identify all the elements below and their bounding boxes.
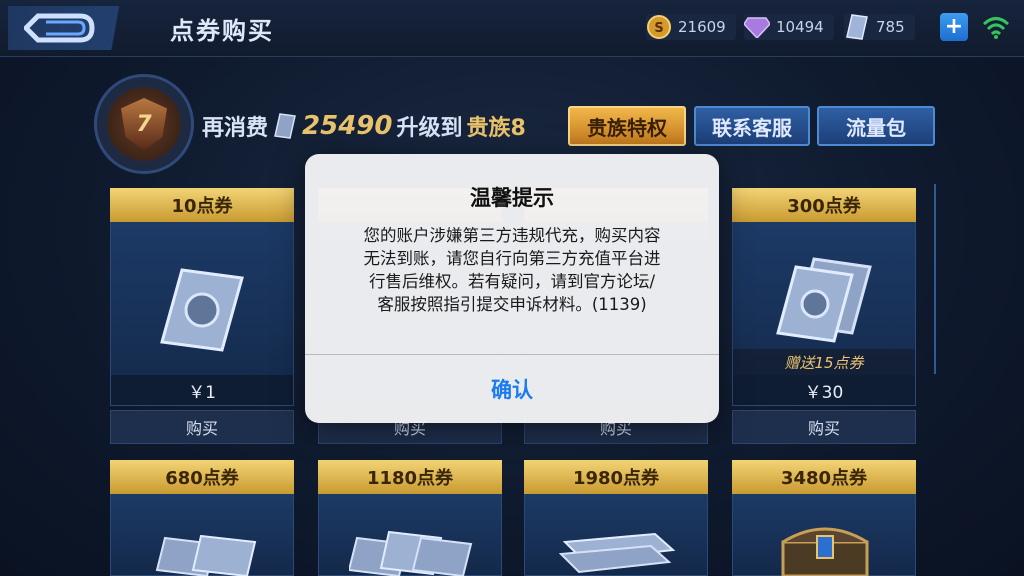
confirm-button[interactable]: 确认	[305, 355, 719, 423]
product-card-680[interactable]: 680点券	[110, 460, 294, 576]
coupon-icon	[844, 14, 870, 40]
coupon-pile-icon	[558, 532, 676, 574]
contact-service-button[interactable]: 联系客服	[694, 106, 810, 146]
buy-button[interactable]: 购买	[110, 410, 294, 444]
coupon-balance: 785	[844, 14, 915, 40]
scrollbar[interactable]	[934, 184, 936, 374]
rank-shield-icon: 7	[121, 98, 167, 150]
diamond-value: 10494	[776, 18, 824, 36]
coupon-icon	[274, 113, 296, 139]
rank-level: 7	[136, 111, 152, 137]
gold-balance: S 21609	[646, 14, 736, 40]
vip-middle: 升级到	[396, 116, 463, 141]
svg-text:S: S	[654, 21, 663, 36]
buy-button[interactable]: 购买	[732, 410, 916, 444]
data-pack-button[interactable]: 流量包	[817, 106, 935, 146]
noble-rank-badge[interactable]: 7	[94, 74, 194, 174]
wifi-icon	[982, 17, 1010, 39]
noble-privilege-button[interactable]: 贵族特权	[568, 106, 686, 146]
product-image: ￥1	[110, 222, 294, 406]
dialog-message: 您的账户涉嫌第三方违规代充，购买内容 无法到账，请您自行向第三方充值平台进 行售…	[329, 224, 695, 316]
dialog-message-line: 您的账户涉嫌第三方违规代充，购买内容	[363, 226, 661, 245]
product-name: 1180点券	[318, 460, 502, 494]
product-name: 300点券	[732, 188, 916, 222]
vip-prefix: 再消费	[202, 116, 269, 141]
coupon-value: 785	[876, 18, 905, 36]
product-bonus: 赠送15点券	[733, 349, 915, 375]
vip-target: 贵族8	[466, 116, 526, 141]
page-title: 点券购买	[170, 17, 274, 45]
treasure-chest-icon	[781, 527, 869, 576]
gold-coin-icon: S	[646, 14, 672, 40]
coupon-stack-icon	[155, 534, 257, 576]
add-currency-button[interactable]: +	[940, 13, 968, 41]
product-name: 10点券	[110, 188, 294, 222]
coupon-stack-icon	[349, 530, 473, 576]
vip-amount: 25490	[302, 111, 393, 141]
product-card-1980[interactable]: 1980点券	[524, 460, 708, 576]
product-image	[318, 494, 502, 576]
back-button[interactable]	[8, 6, 158, 50]
dialog-message-line: 行售后维权。若有疑问，请到官方论坛/	[368, 272, 656, 291]
product-card-3480[interactable]: 3480点券	[732, 460, 916, 576]
dialog-message-line: 无法到账，请您自行向第三方充值平台进	[363, 249, 661, 268]
alert-dialog: 温馨提示 您的账户涉嫌第三方违规代充，购买内容 无法到账，请您自行向第三方充值平…	[305, 154, 719, 423]
product-name: 1980点券	[524, 460, 708, 494]
coupon-ticket-icon	[160, 268, 244, 352]
product-card-1180[interactable]: 1180点券	[318, 460, 502, 576]
dialog-message-line: 客服按照指引提交申诉材料。(1139)	[377, 295, 647, 314]
product-name: 680点券	[110, 460, 294, 494]
product-price: ￥1	[111, 375, 293, 405]
dialog-title: 温馨提示	[470, 186, 554, 210]
product-card-10[interactable]: 10点券 ￥1 购买	[110, 188, 294, 444]
product-name: 3480点券	[732, 460, 916, 494]
product-image	[110, 494, 294, 576]
gold-value: 21609	[678, 18, 726, 36]
coupon-stack-icon	[776, 257, 872, 343]
product-image	[524, 494, 708, 576]
product-card-300[interactable]: 300点券 赠送15点券 ￥30 购买	[732, 188, 916, 444]
back-arrow-icon	[24, 13, 95, 43]
diamond-balance: 10494	[744, 14, 834, 40]
product-price: ￥30	[733, 375, 915, 405]
product-image	[732, 494, 916, 576]
product-image: 赠送15点券 ￥30	[732, 222, 916, 406]
plus-icon: +	[944, 14, 964, 39]
top-bar: 点券购买 S 21609 10494 785 +	[0, 0, 1024, 57]
diamond-icon	[744, 14, 770, 40]
vip-upgrade-text: 再消费 25490 升级到 贵族8	[202, 108, 526, 144]
